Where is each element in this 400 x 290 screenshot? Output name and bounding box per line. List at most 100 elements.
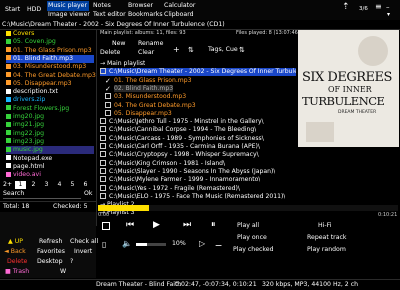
checkbox[interactable] bbox=[105, 101, 111, 108]
invert-button[interactable]: Invert bbox=[74, 248, 92, 256]
tab-image-viewer[interactable]: Image viewer bbox=[48, 10, 90, 19]
delete-playlist-button[interactable]: Delete bbox=[100, 49, 120, 57]
play-once-button[interactable]: Play once bbox=[237, 234, 267, 242]
tab-music-player[interactable]: Music player bbox=[48, 1, 87, 10]
hifi-button[interactable]: Hi-Fi bbox=[318, 222, 331, 230]
search-input[interactable] bbox=[3, 198, 81, 199]
menu-icon[interactable]: ≡ bbox=[375, 3, 382, 11]
checkbox[interactable] bbox=[100, 134, 106, 141]
arrow-up-down-icon[interactable]: ⇅ bbox=[188, 46, 194, 54]
speaker-icon[interactable]: 🔈 bbox=[122, 239, 132, 248]
playlist-mode-icon[interactable]: ▯ bbox=[102, 240, 106, 249]
equalizer-icon[interactable]: ⚊ bbox=[215, 239, 222, 248]
help-button[interactable]: ? bbox=[70, 258, 73, 266]
tab-text-editor[interactable]: Text editor bbox=[93, 10, 126, 19]
favorites-button[interactable]: Favorites bbox=[37, 248, 65, 256]
playlist-row[interactable]: 05. Disappear.mp3 bbox=[105, 109, 172, 118]
play-checked-button[interactable]: Play checked bbox=[233, 246, 274, 254]
refresh-button[interactable]: Refresh bbox=[39, 238, 62, 246]
tab-clipboard[interactable]: Clipboard bbox=[164, 10, 194, 19]
playlist-row[interactable]: C:\Music\Jethro Tull - 1975 - Minstrel i… bbox=[100, 118, 264, 126]
drive-tab[interactable]: 1 bbox=[15, 181, 26, 189]
volume-track[interactable] bbox=[136, 243, 166, 246]
windows-button[interactable]: W bbox=[60, 268, 66, 276]
file-item[interactable]: drivers.zip bbox=[6, 96, 94, 104]
playlist-row[interactable]: ✓ 01. The Glass Prison.mp3 bbox=[105, 77, 191, 85]
playlist-row[interactable]: C:\Music\Mylene Farmer - 1999 - Innamora… bbox=[100, 176, 260, 184]
drive-tab[interactable]: 5 bbox=[67, 181, 78, 189]
file-item[interactable]: img23.jpg bbox=[6, 138, 94, 146]
checkbox[interactable] bbox=[100, 68, 106, 75]
tab-bookmarks[interactable]: Bookmarks bbox=[128, 10, 163, 19]
playlist-row[interactable]: C:\Music\Slayer - 1990 - Seasons In The … bbox=[100, 167, 275, 176]
rename-playlist-button[interactable]: Rename bbox=[138, 40, 163, 48]
checkbox[interactable] bbox=[100, 176, 106, 183]
trash-button[interactable]: ■ Trash bbox=[5, 268, 29, 276]
start-button[interactable]: Start bbox=[5, 5, 20, 14]
playlist-row[interactable]: C:\Music\Cannibal Corpse - 1994 - The Bl… bbox=[100, 126, 256, 134]
file-item[interactable]: 01. The Glass Prison.mp3 bbox=[6, 47, 94, 55]
checkbox[interactable] bbox=[100, 118, 106, 125]
desktop-button[interactable]: Desktop bbox=[37, 258, 63, 266]
file-item[interactable]: Notepad.exe bbox=[6, 155, 94, 163]
playlist-row[interactable]: C:\Music\Dream Theater - 2002 - Six Degr… bbox=[100, 68, 296, 77]
up-button[interactable]: ▲ UP bbox=[8, 238, 23, 246]
drive-tab[interactable]: 2 bbox=[28, 181, 39, 189]
file-item[interactable]: 05. Coven.jpg bbox=[6, 38, 94, 46]
checkbox[interactable] bbox=[100, 184, 106, 191]
search-ok-button[interactable]: Ok bbox=[84, 190, 92, 198]
playlist-row[interactable]: C:\Music\Carl Orff - 1935 - Carmina Bura… bbox=[100, 143, 260, 151]
playlist-row[interactable]: C:\Music\King Crimson - 1981 - Island\ bbox=[100, 159, 225, 168]
drive-tab[interactable]: 2+ bbox=[2, 181, 13, 189]
add-icon[interactable]: + bbox=[173, 46, 180, 54]
file-item[interactable]: video.avi bbox=[6, 171, 94, 179]
repeat-track-button[interactable]: Repeat track bbox=[307, 234, 347, 242]
play-random-button[interactable]: Play random bbox=[307, 246, 346, 254]
file-item[interactable]: img20.jpg bbox=[6, 113, 94, 121]
playlist-row[interactable]: ✓ 02. Blind Faith.mp3 bbox=[105, 84, 174, 93]
checkbox[interactable] bbox=[100, 126, 106, 133]
file-item[interactable]: 05. Disappear.mp3 bbox=[6, 80, 94, 88]
progress-track[interactable] bbox=[98, 205, 398, 211]
tab-calculator[interactable]: Calculator bbox=[164, 1, 195, 10]
checkbox[interactable] bbox=[100, 167, 106, 174]
checkbox[interactable] bbox=[100, 159, 106, 166]
checkbox[interactable] bbox=[105, 93, 111, 100]
prev-icon[interactable]: ⏮ bbox=[126, 220, 134, 230]
hdd-button[interactable]: HDD bbox=[27, 5, 41, 14]
file-item[interactable]: 03. Misunderstood.mp3 bbox=[6, 63, 94, 71]
playlist-row[interactable]: C:\Music\Carcass - 1989 - Symphonies of … bbox=[100, 134, 264, 143]
play-icon[interactable]: ▶ bbox=[153, 220, 160, 230]
playlist-row[interactable]: C:\Music\ELO - 1975 - Face The Music (Re… bbox=[100, 192, 285, 201]
playlist-row[interactable]: → Main playlist bbox=[100, 60, 145, 68]
pause-icon[interactable]: ⏸ bbox=[211, 220, 216, 230]
file-item[interactable]: 04. The Great Debate.mp3 bbox=[6, 72, 96, 80]
volume-max-icon[interactable]: ▷ bbox=[199, 239, 205, 248]
next-icon[interactable]: ⏭ bbox=[183, 220, 191, 230]
file-item[interactable]: Forest Flowers.jpg bbox=[6, 105, 94, 113]
checkbox-checked[interactable]: ✓ bbox=[105, 77, 111, 84]
checkbox[interactable] bbox=[100, 143, 106, 149]
file-item[interactable]: page.html bbox=[6, 163, 94, 171]
stop-button[interactable] bbox=[102, 222, 110, 230]
checkbox[interactable] bbox=[100, 192, 106, 199]
drive-tab[interactable]: 3 bbox=[41, 181, 52, 189]
file-item[interactable]: img21.jpg bbox=[6, 121, 94, 129]
arrow-up-icon[interactable]: ⇡ bbox=[342, 3, 350, 12]
drive-tab[interactable]: 4 bbox=[54, 181, 65, 189]
checkbox[interactable] bbox=[100, 151, 106, 158]
file-item[interactable]: 01. Blind Faith.mp3 bbox=[6, 54, 94, 63]
play-all-button[interactable]: Play all bbox=[237, 222, 259, 230]
back-button[interactable]: ◄ Back bbox=[4, 248, 26, 256]
delete-button[interactable]: Delete bbox=[7, 258, 27, 266]
file-item[interactable]: music.jpg bbox=[6, 146, 94, 155]
playlist-row[interactable]: C:\Music\Yes - 1972 - Fragile (Remastere… bbox=[100, 184, 240, 193]
drive-tab[interactable]: 6 bbox=[80, 181, 91, 189]
check-all-button[interactable]: Check all bbox=[70, 238, 98, 246]
sort-icon[interactable]: ⇅ bbox=[239, 46, 245, 54]
playlist-row[interactable]: C:\Music\Cryptopsy - 1998 - Whisper Supr… bbox=[100, 151, 259, 159]
minimize-button[interactable]: – bbox=[386, 3, 390, 11]
new-playlist-button[interactable]: New bbox=[112, 40, 126, 48]
file-item[interactable]: Covers bbox=[6, 30, 94, 38]
clear-playlist-button[interactable]: Clear bbox=[138, 49, 154, 57]
